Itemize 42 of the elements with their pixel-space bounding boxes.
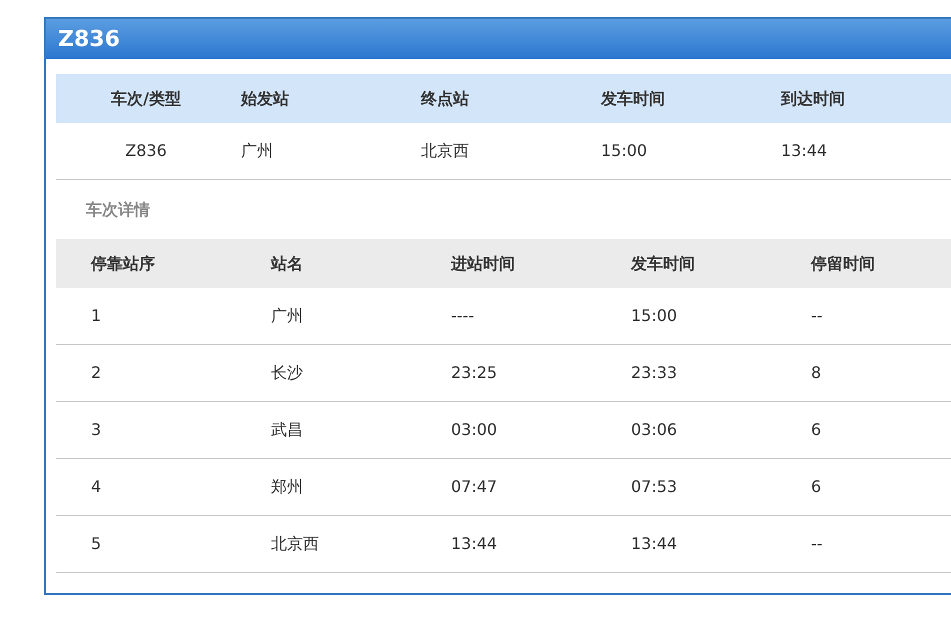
table-cell-text: 23:33	[631, 362, 678, 384]
table-cell-text: 07:47	[451, 476, 498, 498]
table-cell-text: 8	[811, 362, 822, 384]
table-cell-text: 2	[91, 362, 102, 384]
column-header: 站名	[271, 252, 304, 274]
table-cell-text: ----	[451, 305, 476, 327]
column-header: 始发站	[240, 88, 290, 110]
table-cell-text: 15:00	[600, 140, 648, 162]
table-cell-text: Z836	[124, 140, 168, 162]
table-cell-text: 23:25	[451, 362, 498, 384]
panel-title: Z836	[58, 26, 120, 54]
section-title: 车次详情	[86, 198, 150, 220]
table-cell-text: 广州	[271, 305, 304, 327]
table-cell-text: 4	[91, 476, 102, 498]
table-cell-text: 郑州	[271, 476, 304, 498]
table-cell-text: 6	[811, 476, 822, 498]
table-cell-text: 13:44	[451, 533, 498, 555]
table-cell-text: --	[811, 305, 824, 327]
table-cell-text: 13:44	[631, 533, 678, 555]
table-cell-text: 1	[91, 305, 102, 327]
column-header: 终点站	[420, 88, 470, 110]
table-cell-text: 武昌	[271, 419, 304, 441]
table-cell-text: 6	[811, 419, 822, 441]
column-header: 发车时间	[600, 88, 666, 110]
table-cell-text: 15:00	[631, 305, 678, 327]
table-cell-text: 03:00	[451, 419, 498, 441]
column-header: 到达时间	[780, 88, 846, 110]
table-cell-text: 3	[91, 419, 102, 441]
table-cell-text: 长沙	[271, 362, 304, 384]
table-cell-text: --	[811, 533, 824, 555]
table-cell-text: 北京西	[271, 533, 320, 555]
column-header: 发车时间	[631, 252, 696, 274]
table-cell-text: 北京西	[420, 140, 470, 162]
table-cell-text: 03:06	[631, 419, 678, 441]
table-cell-text: 13:44	[780, 140, 828, 162]
table-cell-text: 广州	[240, 140, 274, 162]
column-header: 停留时间	[811, 252, 876, 274]
column-header: 车次/类型	[110, 88, 182, 110]
table-cell-text: 5	[91, 533, 102, 555]
column-header: 停靠站序	[91, 252, 156, 274]
column-header: 进站时间	[451, 252, 516, 274]
table-cell-text: 07:53	[631, 476, 678, 498]
